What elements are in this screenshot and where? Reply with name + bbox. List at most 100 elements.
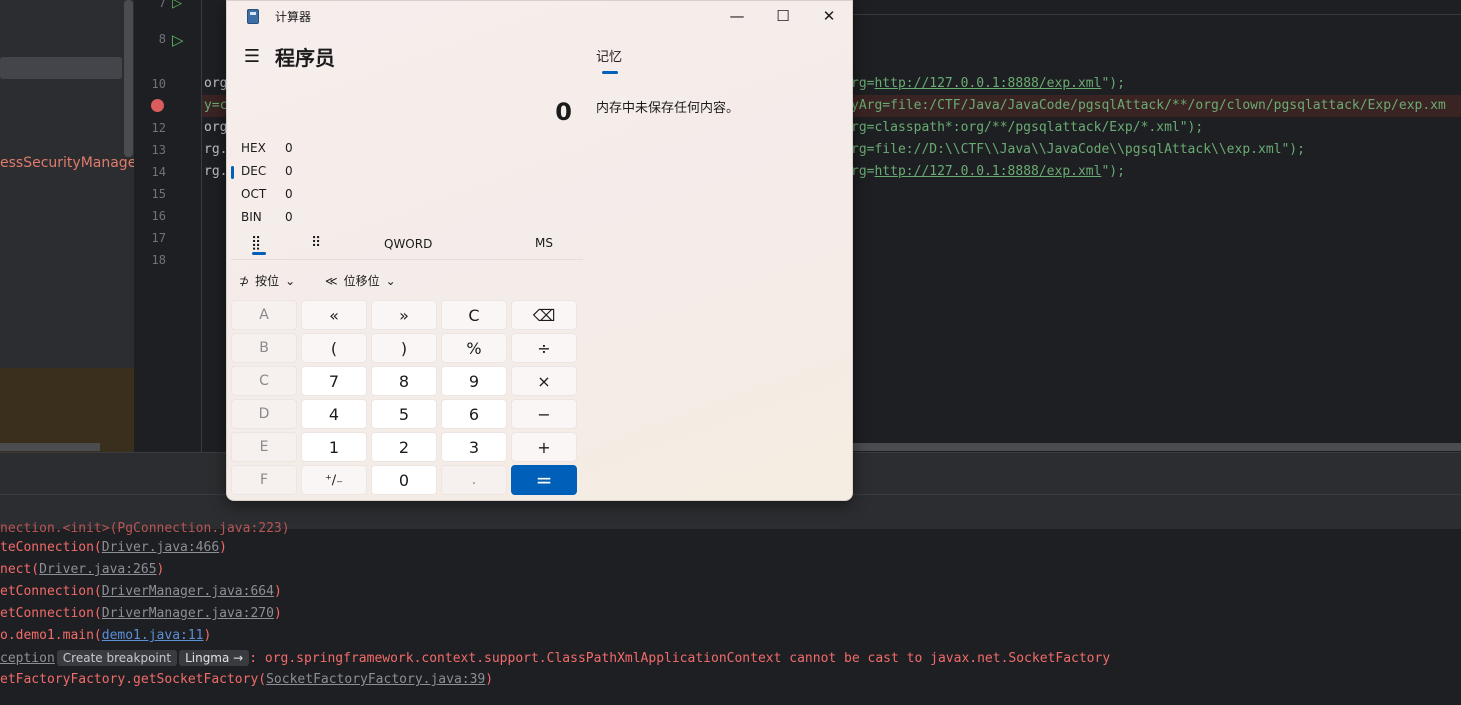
memory-store-button[interactable]: MS: [535, 236, 553, 250]
create-breakpoint-button[interactable]: Create breakpoint: [56, 650, 178, 666]
code-url[interactable]: http://127.0.0.1:8888/exp.xml: [874, 164, 1101, 179]
code-string: ");: [1101, 164, 1125, 179]
code-string: ");: [1101, 76, 1125, 91]
source-link[interactable]: DriverManager.java:664: [102, 584, 274, 599]
console-text: etConnection(: [0, 584, 102, 599]
key-close-paren[interactable]: ): [371, 333, 437, 363]
line-number: 13: [151, 143, 166, 157]
key-3[interactable]: 3: [441, 432, 507, 462]
project-selected-row[interactable]: [0, 57, 122, 79]
source-link[interactable]: Driver.java:466: [102, 540, 219, 555]
console-line: teConnection(Driver.java:466): [0, 540, 227, 555]
code-line: yArg=file:/CTF/Java/JavaCode/pgsqlAttack…: [851, 98, 1446, 113]
calculator-window: 计算器 — ☐ ✕ ☰ 程序员 0 HEX 0 DEC 0 OCT 0 BIN 0 ⣿ …: [226, 0, 853, 501]
exception-message: : org.springframework.context.support.Cl…: [249, 651, 1111, 666]
code-url[interactable]: http://127.0.0.1:8888/exp.xml: [874, 76, 1101, 91]
key-backspace[interactable]: ⌫: [511, 300, 577, 330]
key-shift-right[interactable]: »: [371, 300, 437, 330]
key-percent[interactable]: %: [441, 333, 507, 363]
console-line: nect(Driver.java:265): [0, 562, 164, 577]
key-negate[interactable]: ⁺∕₋: [301, 465, 367, 495]
source-link[interactable]: Driver.java:265: [39, 562, 156, 577]
tab-memory[interactable]: 记忆: [596, 46, 622, 65]
run-console[interactable]: nection.<init>(PgConnection.java:223) te…: [0, 521, 1461, 705]
run-icon[interactable]: ▷: [172, 31, 184, 49]
bitshift-dropdown[interactable]: ≪ 位移位 ⌄: [325, 272, 396, 289]
key-6[interactable]: 6: [441, 399, 507, 429]
console-text: ): [219, 540, 227, 555]
mode-title: 程序员: [275, 46, 335, 70]
code-string: yArg=file:/CTF/Java/JavaCode/pgsqlAttack…: [851, 98, 1446, 113]
code-prefix: y=c: [204, 98, 228, 113]
radix-value: 0: [285, 164, 293, 178]
key-divide[interactable]: ÷: [511, 333, 577, 363]
key-a[interactable]: A: [231, 300, 297, 330]
source-link[interactable]: SocketFactoryFactory.java:39: [266, 672, 485, 687]
key-c[interactable]: C: [231, 366, 297, 396]
close-button[interactable]: ✕: [806, 1, 852, 31]
key-multiply[interactable]: ×: [511, 366, 577, 396]
breakpoint-icon[interactable]: [151, 99, 164, 112]
bitwise-dropdown[interactable]: ⊅ 按位 ⌄: [239, 272, 295, 289]
source-link[interactable]: demo1.java:11: [102, 628, 204, 643]
code-prefix: rg.: [204, 142, 228, 157]
line-number: 7: [158, 0, 166, 10]
calculator-app-icon: [247, 9, 259, 24]
radix-oct[interactable]: OCT 0: [241, 187, 293, 207]
bit-toggle-keypad-icon[interactable]: ⠿: [311, 235, 321, 251]
console-text: ): [273, 606, 282, 621]
key-d[interactable]: D: [231, 399, 297, 429]
minimize-button[interactable]: —: [714, 1, 760, 31]
title-bar[interactable]: 计算器 — ☐ ✕: [227, 1, 852, 31]
key-8[interactable]: 8: [371, 366, 437, 396]
gutter-divider: [201, 0, 202, 452]
line-number: 15: [151, 187, 166, 201]
maximize-button[interactable]: ☐: [760, 1, 806, 31]
project-panel-bottom: [0, 368, 134, 452]
console-line: etConnection(DriverManager.java:270): [0, 606, 282, 621]
radix-value: 0: [285, 187, 293, 201]
result-display: 0: [555, 98, 572, 126]
code-line: rg=classpath*:org/**/pgsqlattack/Exp/*.x…: [851, 120, 1203, 135]
key-shift-left[interactable]: «: [301, 300, 367, 330]
key-4[interactable]: 4: [301, 399, 367, 429]
key-e[interactable]: E: [231, 432, 297, 462]
key-clear[interactable]: C: [441, 300, 507, 330]
radix-value: 0: [285, 210, 293, 224]
run-icon[interactable]: ▷: [172, 0, 182, 11]
key-b[interactable]: B: [231, 333, 297, 363]
key-0[interactable]: 0: [371, 465, 437, 495]
project-hscrollbar[interactable]: [0, 443, 100, 451]
key-f[interactable]: F: [231, 465, 297, 495]
code-prefix: rg.: [204, 164, 228, 179]
editor-hscrollbar[interactable]: [851, 443, 1461, 451]
key-5[interactable]: 5: [371, 399, 437, 429]
menu-icon[interactable]: ☰: [241, 45, 263, 67]
console-line-clipped: nection.<init>(PgConnection.java:223): [0, 521, 290, 536]
key-7[interactable]: 7: [301, 366, 367, 396]
word-size-button[interactable]: QWORD: [384, 237, 432, 251]
project-scrollbar[interactable]: [124, 0, 133, 157]
project-item-label[interactable]: essSecurityManager: [0, 155, 142, 171]
lingma-button[interactable]: Lingma →: [179, 650, 250, 666]
full-keypad-icon[interactable]: ⣿: [251, 235, 261, 251]
line-number: 17: [151, 231, 166, 245]
key-add[interactable]: +: [511, 432, 577, 462]
key-subtract[interactable]: −: [511, 399, 577, 429]
exception-class-link[interactable]: ception: [0, 651, 55, 666]
radix-bin[interactable]: BIN 0: [241, 210, 293, 230]
console-text: nect(: [0, 562, 40, 577]
window-title: 计算器: [275, 10, 312, 24]
chevron-down-icon: ⌄: [285, 273, 296, 288]
key-9[interactable]: 9: [441, 366, 507, 396]
key-equals[interactable]: =: [511, 465, 577, 495]
key-open-paren[interactable]: (: [301, 333, 367, 363]
radix-hex[interactable]: HEX 0: [241, 141, 293, 161]
key-2[interactable]: 2: [371, 432, 437, 462]
key-decimal[interactable]: .: [441, 465, 507, 495]
source-link[interactable]: DriverManager.java:270: [102, 606, 274, 621]
code-line: rg=http://127.0.0.1:8888/exp.xml");: [851, 164, 1125, 179]
key-1[interactable]: 1: [301, 432, 367, 462]
console-line: etFactoryFactory.getSocketFactory(Socket…: [0, 672, 493, 687]
radix-dec[interactable]: DEC 0: [241, 164, 293, 184]
